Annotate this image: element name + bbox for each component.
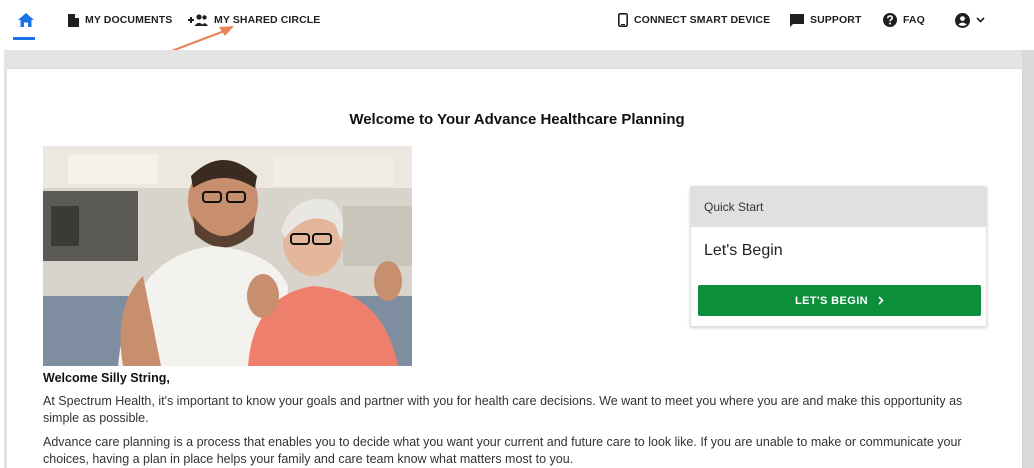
help-icon <box>883 13 897 27</box>
account-menu[interactable] <box>955 0 985 40</box>
smartphone-icon <box>618 13 628 27</box>
quick-start-subtitle: Let's Begin <box>704 242 783 259</box>
nav-home[interactable] <box>16 0 36 40</box>
account-circle-icon <box>955 12 970 28</box>
active-tab-indicator <box>13 37 35 40</box>
nav-faq[interactable]: FAQ <box>883 0 925 40</box>
nav-support-label: SUPPORT <box>810 14 862 26</box>
intro-paragraph-2: Advance care planning is a process that … <box>43 435 962 466</box>
home-icon <box>18 13 34 27</box>
intro-paragraph-1: At Spectrum Health, it's important to kn… <box>43 394 963 425</box>
hero-photo <box>43 146 412 366</box>
nav-connect-smart-device[interactable]: CONNECT SMART DEVICE <box>618 0 770 40</box>
chevron-down-icon <box>976 17 985 23</box>
nav-connect-smart-device-label: CONNECT SMART DEVICE <box>634 14 771 26</box>
chat-icon <box>790 13 804 27</box>
nav-faq-label: FAQ <box>903 14 925 26</box>
lets-begin-button[interactable]: LET'S BEGIN <box>698 285 981 316</box>
lets-begin-button-label: LET'S BEGIN <box>794 294 869 307</box>
quick-start-header: Quick Start <box>691 187 986 227</box>
quick-start-panel: Quick Start Let's Begin LET'S BEGIN <box>690 186 987 327</box>
greeting: Welcome Silly String, <box>43 371 170 385</box>
document-icon <box>68 13 79 27</box>
nav-support[interactable]: SUPPORT <box>790 0 861 40</box>
chevron-right-icon <box>878 296 884 305</box>
page-title: Welcome to Your Advance Healthcare Plann… <box>349 111 685 128</box>
